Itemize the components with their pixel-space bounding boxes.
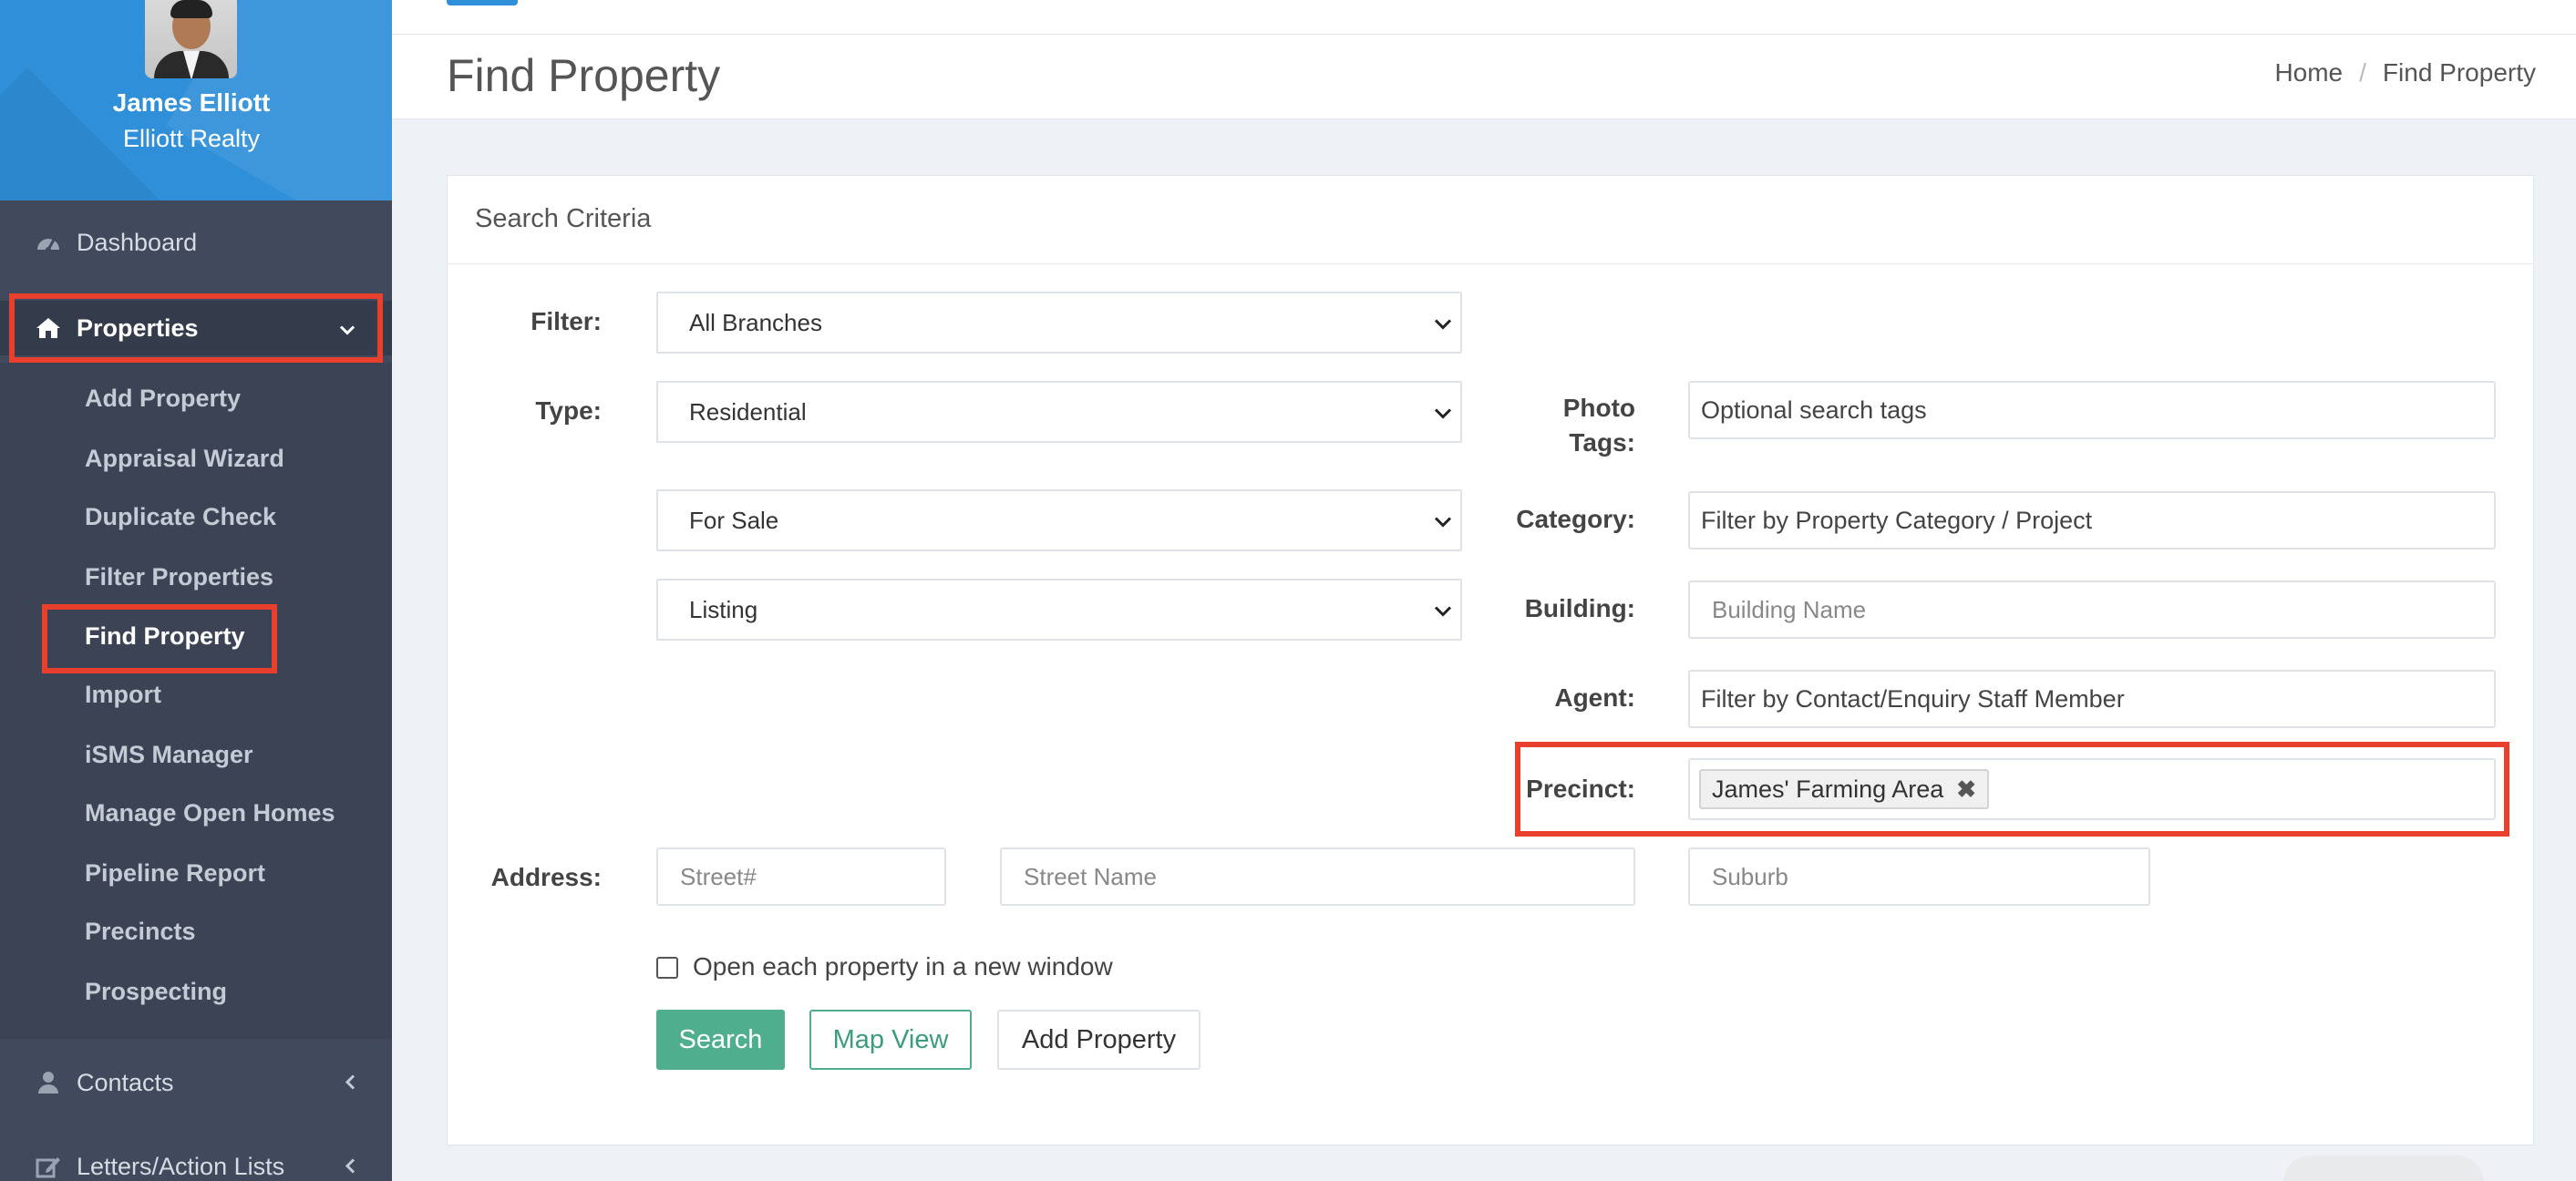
nav-letters-label: Letters/Action Lists (77, 1152, 285, 1180)
chat-widget[interactable] (2283, 1155, 2484, 1181)
filter-select[interactable]: All Branches (656, 292, 1462, 354)
profile-panel: James Elliott Elliott Realty (0, 0, 392, 200)
profile-company: Elliott Realty (122, 125, 261, 152)
street-number-input[interactable]: Street# (656, 847, 946, 906)
chevron-left-icon (345, 1153, 355, 1181)
nav-letters[interactable]: Letters/Action Lists (0, 1148, 392, 1181)
submenu-isms-manager[interactable]: iSMS Manager (85, 741, 253, 769)
highlight-properties (9, 293, 383, 363)
building-label: Building: (1524, 594, 1635, 622)
submenu-duplicate-check[interactable]: Duplicate Check (85, 503, 276, 531)
building-input[interactable]: Building Name (1688, 580, 2496, 639)
category-label: Category: (1516, 505, 1635, 533)
breadcrumb: Home / Find Property (2274, 58, 2536, 87)
photo-tags-label-line2: Tags: (1569, 428, 1635, 457)
page-title: Find Property (447, 50, 721, 101)
properties-submenu: Add Property Appraisal Wizard Duplicate … (0, 363, 392, 1039)
edit-icon (35, 1153, 62, 1180)
submenu-import[interactable]: Import (85, 681, 161, 709)
caret-down-icon (1433, 398, 1453, 426)
submenu-add-property[interactable]: Add Property (85, 385, 241, 413)
filter-select-value: All Branches (689, 308, 822, 336)
sale-type-select-value: For Sale (689, 506, 779, 534)
type-select-value: Residential (689, 397, 807, 426)
address-label: Address: (490, 863, 602, 891)
panel-header: Search Criteria (448, 176, 2533, 264)
chevron-left-icon (345, 1069, 355, 1097)
nav-contacts[interactable]: Contacts (0, 1064, 392, 1101)
profile-name: James Elliott (112, 88, 271, 117)
agent-label: Agent: (1554, 683, 1635, 712)
listing-select[interactable]: Listing (656, 579, 1462, 641)
submenu-appraisal-wizard[interactable]: Appraisal Wizard (85, 445, 284, 473)
dashboard-icon (35, 229, 62, 256)
submenu-pipeline-report[interactable]: Pipeline Report (85, 859, 265, 888)
category-input[interactable]: Filter by Property Category / Project (1688, 491, 2496, 549)
photo-tags-input[interactable]: Optional search tags (1688, 381, 2496, 439)
filter-label: Filter: (531, 307, 602, 335)
suburb-input[interactable]: Suburb (1688, 847, 2150, 906)
caret-down-icon (1433, 507, 1453, 535)
caret-down-icon (1433, 596, 1453, 624)
submenu-filter-properties[interactable]: Filter Properties (85, 563, 273, 591)
panel-title: Search Criteria (475, 204, 652, 233)
photo-tags-label: Photo Tags: (1477, 394, 1635, 457)
user-icon (35, 1069, 62, 1096)
type-label: Type: (535, 396, 602, 425)
search-button[interactable]: Search (656, 1010, 785, 1070)
submenu-prospecting[interactable]: Prospecting (85, 978, 227, 1006)
new-window-checkbox[interactable] (656, 957, 678, 979)
nav-dashboard-label: Dashboard (77, 228, 198, 256)
map-view-button[interactable]: Map View (809, 1010, 972, 1070)
submenu-precincts[interactable]: Precincts (85, 918, 196, 946)
agent-input[interactable]: Filter by Contact/Enquiry Staff Member (1688, 670, 2496, 728)
avatar[interactable] (145, 0, 237, 78)
breadcrumb-current: Find Property (2382, 58, 2536, 87)
new-window-label[interactable]: Open each property in a new window (693, 952, 1113, 981)
breadcrumb-separator: / (2359, 58, 2366, 87)
breadcrumb-home[interactable]: Home (2274, 58, 2343, 87)
highlight-find-property (42, 604, 277, 673)
sidebar: James Elliott Elliott Realty Dashboard P… (0, 0, 392, 1181)
page-header: Find Property Home / Find Property (392, 35, 2576, 119)
highlight-precinct (1515, 742, 2509, 837)
nav-contacts-label: Contacts (77, 1068, 174, 1096)
top-bar (392, 0, 2576, 35)
listing-select-value: Listing (689, 595, 758, 623)
top-bar-button[interactable] (447, 0, 518, 5)
add-property-button[interactable]: Add Property (997, 1010, 1200, 1070)
sale-type-select[interactable]: For Sale (656, 489, 1462, 551)
photo-tags-label-line1: Photo (1562, 394, 1635, 422)
nav-dashboard[interactable]: Dashboard (0, 223, 392, 262)
street-name-input[interactable]: Street Name (1000, 847, 1635, 906)
submenu-manage-open-homes[interactable]: Manage Open Homes (85, 799, 335, 827)
caret-down-icon (1433, 309, 1453, 337)
type-select[interactable]: Residential (656, 381, 1462, 443)
